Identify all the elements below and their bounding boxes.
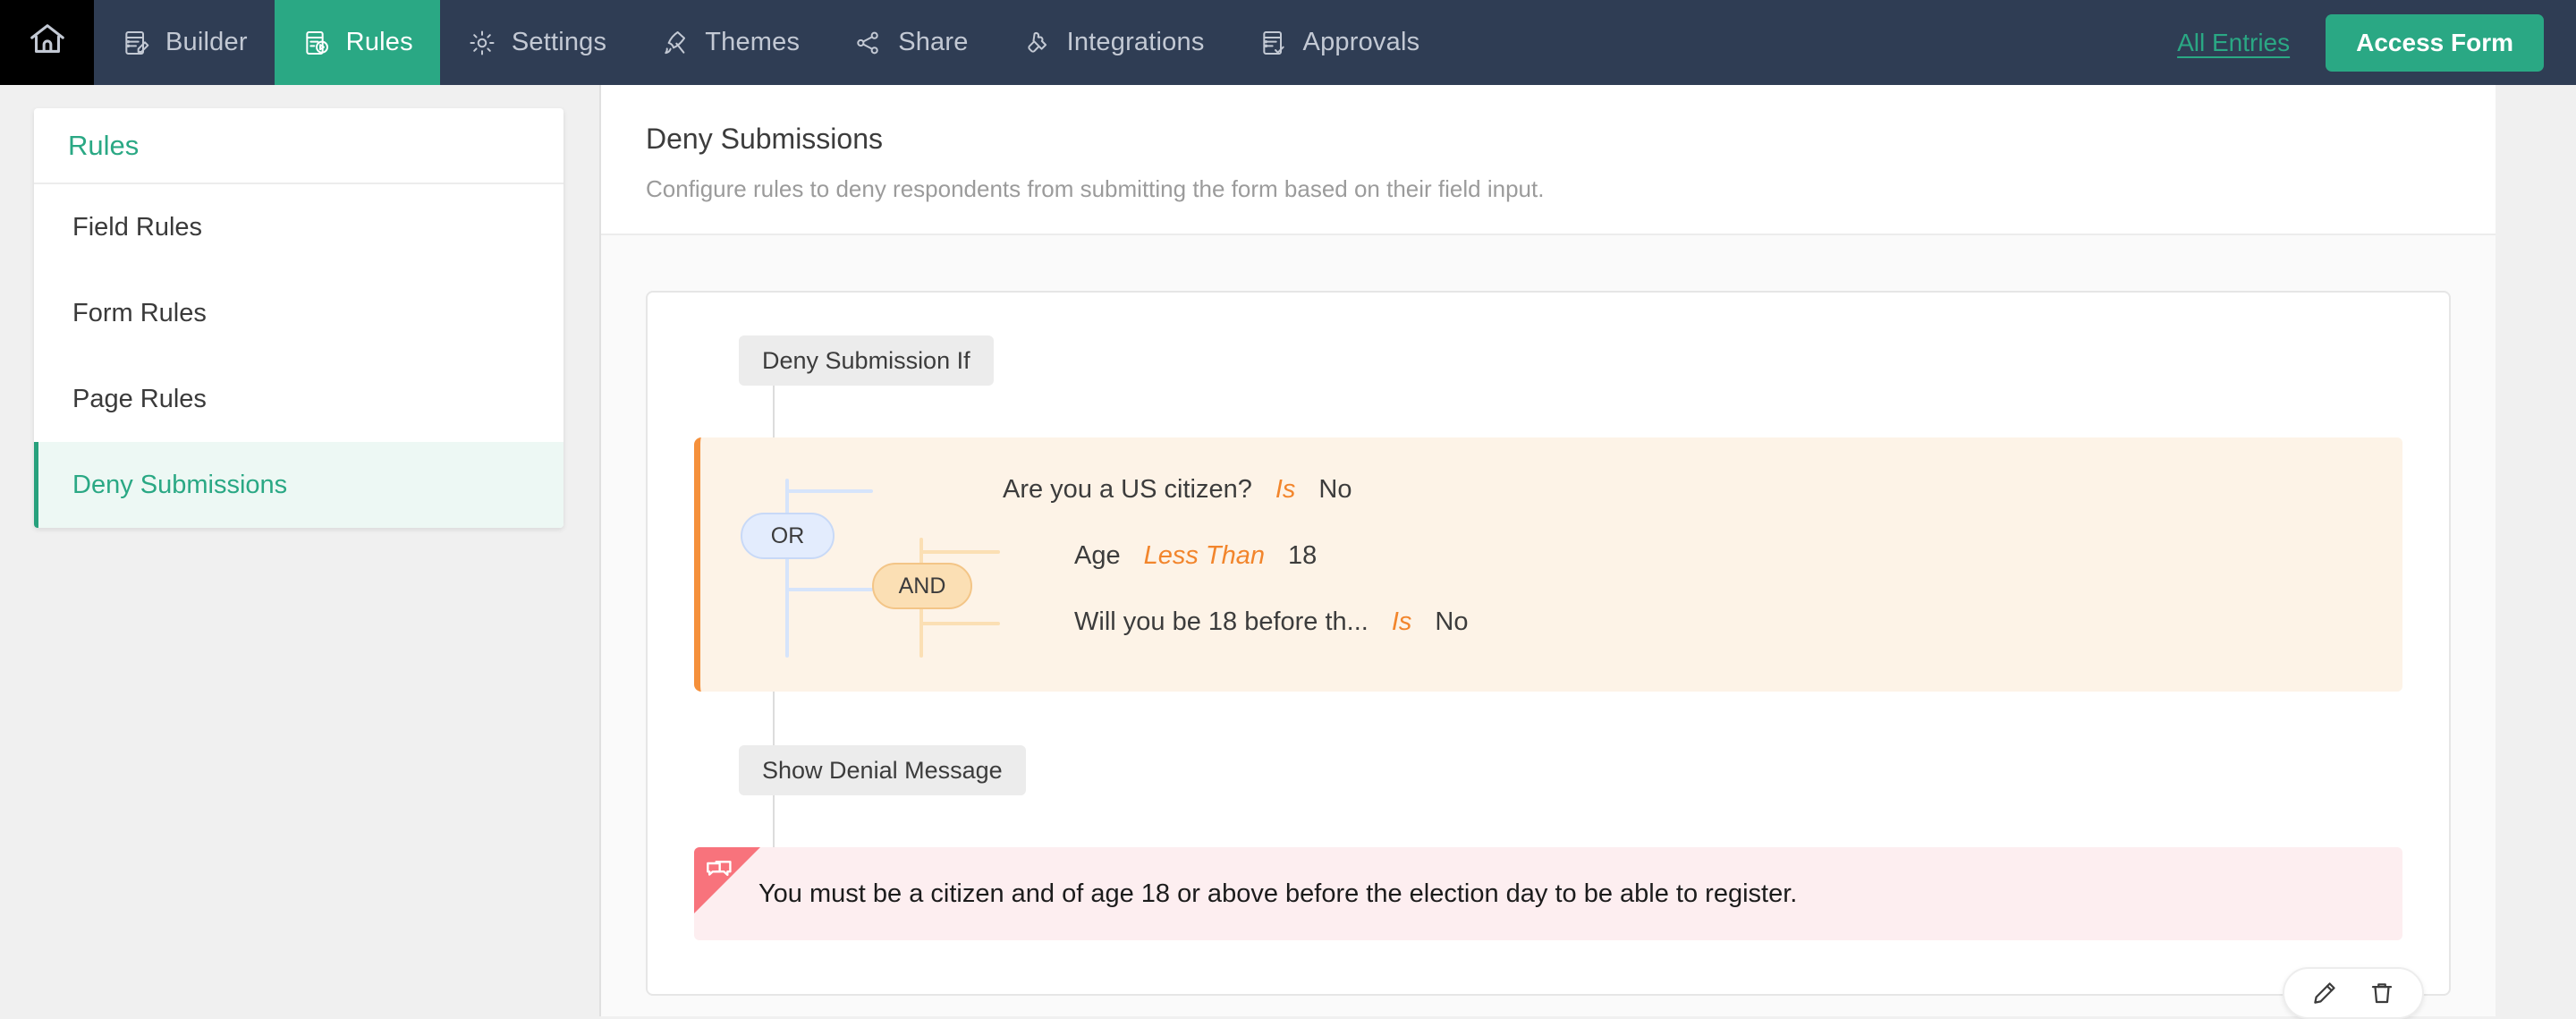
home-button[interactable]	[0, 0, 94, 85]
condition-value: No	[1318, 475, 1352, 504]
top-navigation-bar: Builder Rules Settings Themes Share Inte…	[0, 0, 2576, 85]
condition-operator: Is	[1275, 475, 1296, 504]
condition-value: 18	[1288, 541, 1318, 570]
nav-item-settings-label: Settings	[511, 28, 607, 56]
connector-line-message	[773, 795, 775, 847]
condition-operator: Less Than	[1143, 541, 1266, 570]
and-branch-line-2	[919, 622, 1000, 625]
and-branch-line-1	[919, 550, 1000, 554]
condition-row[interactable]: Are you a US citizen? Is No	[1003, 475, 1352, 505]
rules-sidebar: Rules Field Rules Form Rules Page Rules …	[34, 108, 564, 528]
page-subtitle: Configure rules to deny respondents from…	[646, 175, 1545, 202]
approvals-icon	[1258, 28, 1289, 58]
gear-icon	[467, 28, 497, 58]
nav-item-integrations-label: Integrations	[1066, 28, 1205, 56]
sidebar-item-page-rules[interactable]: Page Rules	[34, 356, 564, 442]
trash-icon[interactable]	[2368, 980, 2395, 1006]
nav-item-approvals[interactable]: Approvals	[1232, 0, 1447, 85]
nav-item-share[interactable]: Share	[826, 0, 995, 85]
share-icon	[853, 28, 884, 58]
app-body: Rules Field Rules Form Rules Page Rules …	[0, 85, 2576, 1019]
puzzle-icon	[1022, 28, 1053, 58]
or-branch-line-1	[785, 489, 873, 493]
nav-item-builder[interactable]: Builder	[94, 0, 275, 85]
sidebar-item-field-rules-label: Field Rules	[72, 212, 203, 242]
conditions-block[interactable]: OR AND Are you a US citizen? Is No Age L…	[694, 437, 2402, 692]
rule-card-actions	[2283, 967, 2424, 1019]
condition-field: Are you a US citizen?	[1003, 475, 1252, 504]
panel-body: Deny Submission If OR AND Are you a US c…	[601, 235, 2496, 1019]
condition-row[interactable]: Age Less Than 18	[1074, 541, 1317, 571]
deny-submission-rule-card[interactable]: Deny Submission If OR AND Are you a US c…	[646, 291, 2451, 1019]
condition-value: No	[1435, 607, 1469, 636]
or-group-spine	[785, 479, 789, 658]
condition-step-label: Deny Submission If	[739, 335, 994, 386]
nav-item-integrations[interactable]: Integrations	[996, 0, 1232, 85]
nav-item-themes-label: Themes	[705, 28, 801, 56]
connector-line-above-action	[773, 692, 775, 745]
nav-item-rules-label: Rules	[345, 28, 413, 56]
nav-item-settings[interactable]: Settings	[440, 0, 633, 85]
nav-actions: All Entries Access Form	[2177, 0, 2576, 85]
nav-item-approvals-label: Approvals	[1302, 28, 1420, 56]
denial-message-text: You must be a citizen and of age 18 or a…	[758, 879, 1798, 908]
nav-item-share-label: Share	[898, 28, 969, 56]
panel-header: Deny Submissions Configure rules to deny…	[601, 85, 2496, 235]
connector-line-conditions	[773, 386, 775, 437]
sidebar-item-form-rules[interactable]: Form Rules	[34, 270, 564, 356]
sidebar-item-field-rules[interactable]: Field Rules	[34, 184, 564, 270]
nav-item-themes[interactable]: Themes	[633, 0, 826, 85]
sidebar-item-deny-submissions[interactable]: Deny Submissions	[34, 442, 564, 528]
nav-item-builder-label: Builder	[165, 28, 248, 56]
access-form-button[interactable]: Access Form	[2326, 13, 2544, 72]
condition-operator: Is	[1391, 607, 1412, 636]
builder-icon	[121, 28, 151, 58]
sidebar-column: Rules Field Rules Form Rules Page Rules …	[0, 85, 601, 1016]
rules-icon	[301, 28, 332, 58]
sidebar-item-page-rules-label: Page Rules	[72, 384, 207, 413]
denial-message-block[interactable]: You must be a citizen and of age 18 or a…	[694, 847, 2402, 940]
condition-field: Will you be 18 before th...	[1074, 607, 1368, 636]
or-branch-line-2	[785, 588, 873, 591]
action-step-label: Show Denial Message	[739, 745, 1026, 795]
page-title: Deny Submissions	[646, 123, 883, 155]
condition-row[interactable]: Will you be 18 before th... Is No	[1074, 607, 1468, 637]
or-operator-badge[interactable]: OR	[741, 513, 835, 559]
brush-icon	[660, 28, 691, 58]
main-panel: Deny Submissions Configure rules to deny…	[601, 85, 2496, 1019]
all-entries-link[interactable]: All Entries	[2177, 29, 2290, 57]
right-gutter	[2496, 85, 2576, 1016]
chat-bubbles-icon	[705, 858, 733, 887]
nav-item-rules[interactable]: Rules	[274, 0, 440, 85]
home-icon	[27, 20, 68, 65]
sidebar-item-deny-submissions-label: Deny Submissions	[72, 470, 288, 499]
sidebar-title: Rules	[34, 108, 564, 184]
condition-field: Age	[1074, 541, 1121, 570]
sidebar-item-form-rules-label: Form Rules	[72, 298, 207, 327]
pencil-icon[interactable]	[2311, 980, 2338, 1006]
and-operator-badge[interactable]: AND	[872, 563, 972, 609]
